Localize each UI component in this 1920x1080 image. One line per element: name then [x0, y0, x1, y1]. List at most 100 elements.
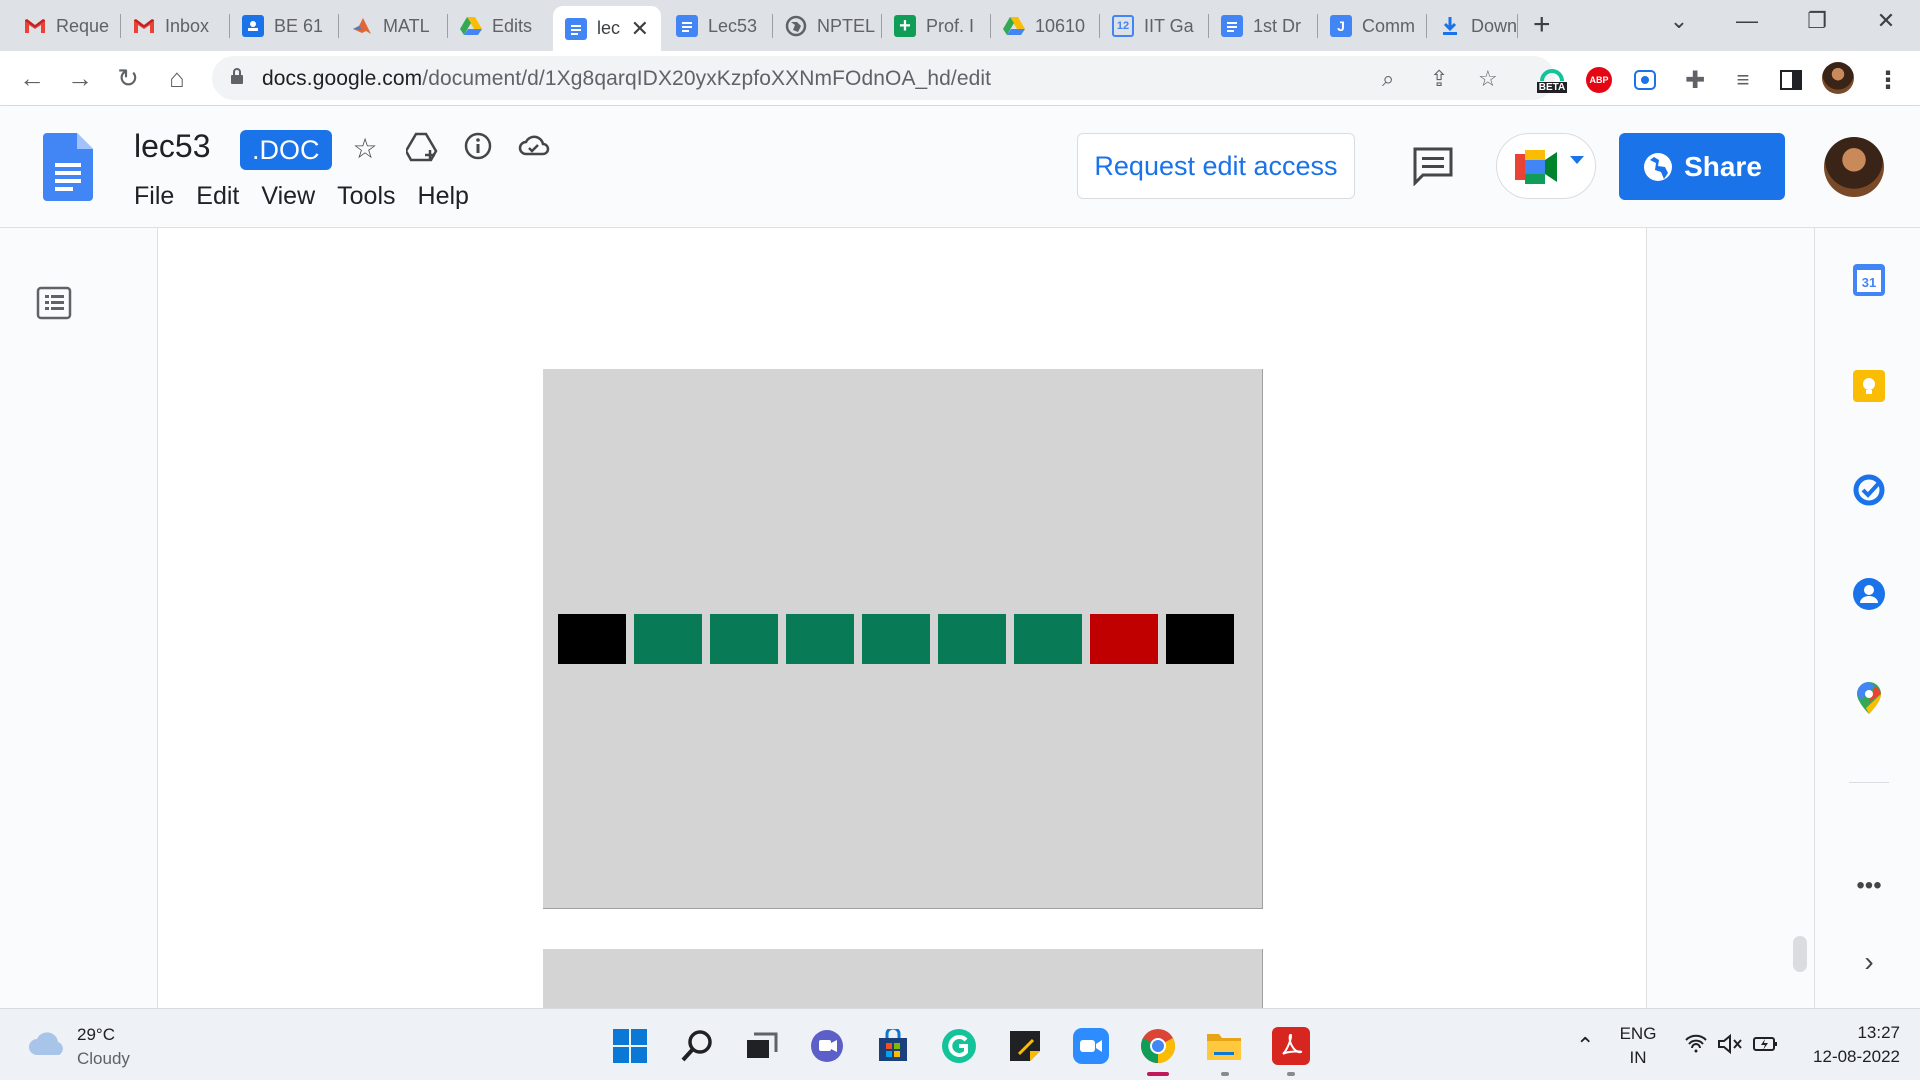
docs-icon — [676, 15, 698, 37]
tab-matlab[interactable]: MATL — [339, 8, 447, 44]
tab-iit[interactable]: 12 IIT Ga — [1100, 8, 1208, 44]
active-app-indicator — [1147, 1072, 1169, 1076]
chevron-right-icon[interactable]: › — [1851, 944, 1887, 980]
cloud-weather-icon[interactable] — [28, 1031, 68, 1057]
tab-prof[interactable]: + Prof. I — [882, 8, 990, 44]
tab-label: 1st Dr — [1253, 15, 1302, 36]
cell-green — [710, 614, 778, 664]
side-panel-icon[interactable] — [1778, 67, 1804, 93]
menu-tools[interactable]: Tools — [326, 182, 406, 211]
contacts-icon[interactable] — [1851, 576, 1887, 612]
grammarly-icon[interactable] — [940, 1027, 978, 1065]
teams-chat-icon[interactable] — [808, 1027, 846, 1065]
drive-icon — [460, 15, 482, 37]
bookmark-star-icon[interactable]: ☆ — [1478, 66, 1498, 92]
new-tab-plus-icon[interactable]: + — [1533, 10, 1551, 40]
language-indicator-bottom[interactable]: IN — [1617, 1048, 1659, 1068]
minimize-icon[interactable]: — — [1727, 8, 1767, 34]
zoom-meetings-icon[interactable] — [1072, 1027, 1110, 1065]
account-avatar[interactable] — [1824, 137, 1884, 197]
wifi-icon[interactable] — [1684, 1033, 1708, 1059]
speaker-muted-icon[interactable] — [1717, 1033, 1743, 1061]
tab-drive-edits[interactable]: Edits — [448, 8, 556, 44]
microsoft-store-icon[interactable] — [874, 1027, 912, 1065]
document-outline-icon[interactable] — [36, 286, 72, 320]
screen-capture-icon[interactable] — [1634, 70, 1656, 90]
share-button[interactable]: Share — [1619, 133, 1785, 200]
cloud-saved-icon[interactable] — [517, 132, 551, 166]
request-edit-access-button[interactable]: Request edit access — [1077, 133, 1355, 199]
keep-icon[interactable] — [1851, 368, 1887, 404]
meet-button[interactable] — [1496, 133, 1596, 199]
menu-view[interactable]: View — [250, 182, 326, 211]
restore-icon[interactable]: ❐ — [1797, 8, 1837, 34]
tab-gmail-inbox[interactable]: Inbox — [121, 8, 229, 44]
menu-file[interactable]: File — [134, 182, 185, 211]
language-indicator-top[interactable]: ENG — [1617, 1024, 1659, 1044]
battery-charging-icon[interactable] — [1752, 1033, 1778, 1061]
scrollbar-thumb[interactable] — [1793, 936, 1807, 972]
maps-icon[interactable] — [1851, 680, 1887, 716]
close-window-icon[interactable]: ✕ — [1866, 8, 1906, 34]
extension-badge: BETA — [1536, 81, 1568, 93]
extensions-puzzle-icon[interactable]: ✚ — [1682, 67, 1708, 94]
home-icon[interactable]: ⌂ — [160, 61, 194, 95]
clock-time[interactable]: 13:27 — [1790, 1023, 1900, 1043]
address-bar[interactable]: docs.google.com/document/d/1Xg8qarqIDX20… — [212, 56, 1555, 100]
chrome-icon[interactable] — [1139, 1027, 1177, 1065]
search-icon[interactable] — [678, 1027, 716, 1065]
tab-drive-10610[interactable]: 10610 — [991, 8, 1099, 44]
zoom-icon[interactable]: ⌕ — [1382, 66, 1394, 92]
media-queue-icon[interactable]: ≡ — [1730, 67, 1756, 93]
menu-edit[interactable]: Edit — [185, 182, 250, 211]
add-to-drive-icon[interactable] — [404, 132, 439, 166]
docs-logo-icon[interactable] — [43, 133, 93, 201]
profile-avatar[interactable] — [1822, 62, 1854, 94]
tab-label: Inbox — [165, 15, 210, 36]
calendar-icon[interactable]: 31 — [1851, 262, 1887, 298]
weather-temperature: 29°C — [77, 1025, 115, 1044]
weather-condition: Cloudy — [77, 1049, 130, 1068]
sticky-notes-icon[interactable] — [1006, 1027, 1044, 1065]
document-title[interactable]: lec53 — [134, 128, 211, 165]
windows-start-icon[interactable] — [611, 1027, 649, 1065]
tab-label: Edits — [492, 15, 533, 36]
tab-gmail-request[interactable]: Reque — [12, 8, 120, 44]
tab-search-chevron-icon[interactable]: ⌄ — [1659, 8, 1699, 34]
adblock-icon[interactable]: ABP — [1586, 67, 1612, 93]
browser-menu-icon[interactable]: ⋮ — [1875, 67, 1901, 94]
running-indicator — [1221, 1072, 1229, 1076]
tab-label: MATL — [383, 15, 430, 36]
docs-icon — [1221, 15, 1243, 37]
task-view-icon[interactable] — [743, 1027, 781, 1065]
tab-classroom[interactable]: BE 61 — [230, 8, 338, 44]
file-explorer-icon[interactable] — [1205, 1027, 1243, 1065]
tab-label: NPTEL — [817, 15, 876, 36]
more-addons-icon[interactable]: ••• — [1851, 868, 1887, 904]
document-page[interactable] — [157, 228, 1647, 1008]
share-page-icon[interactable]: ⇪ — [1430, 66, 1448, 92]
tab-label: BE 61 — [274, 15, 324, 36]
forward-arrow-icon[interactable]: → — [63, 61, 97, 95]
tab-docs-lec-active[interactable]: lec ✕ — [553, 6, 661, 51]
back-arrow-icon[interactable]: ← — [15, 61, 49, 95]
close-tab-icon[interactable]: ✕ — [631, 16, 649, 42]
matlab-icon — [351, 15, 373, 37]
tab-separator — [1517, 14, 1518, 38]
show-hidden-icons-chevron-icon[interactable]: ⌃ — [1576, 1033, 1594, 1059]
tab-jamboard[interactable]: J Comm — [1318, 8, 1426, 44]
drive-icon — [1003, 15, 1025, 37]
tab-docs-1st[interactable]: 1st Dr — [1209, 8, 1317, 44]
menu-help[interactable]: Help — [407, 182, 480, 211]
reload-icon[interactable]: ↻ — [111, 61, 145, 95]
grammarly-beta-extension-icon[interactable]: BETA — [1536, 63, 1568, 97]
comment-history-icon[interactable] — [1412, 146, 1454, 186]
star-icon[interactable]: ☆ — [348, 132, 382, 166]
acrobat-reader-icon[interactable] — [1272, 1027, 1310, 1065]
tab-docs-lec53[interactable]: Lec53 — [664, 8, 772, 44]
tasks-icon[interactable] — [1851, 472, 1887, 508]
tab-nptel[interactable]: NPTEL — [773, 8, 881, 44]
clock-date[interactable]: 12-08-2022 — [1790, 1047, 1900, 1067]
tab-download[interactable]: Down — [1427, 8, 1517, 44]
document-info-icon[interactable] — [461, 132, 495, 166]
